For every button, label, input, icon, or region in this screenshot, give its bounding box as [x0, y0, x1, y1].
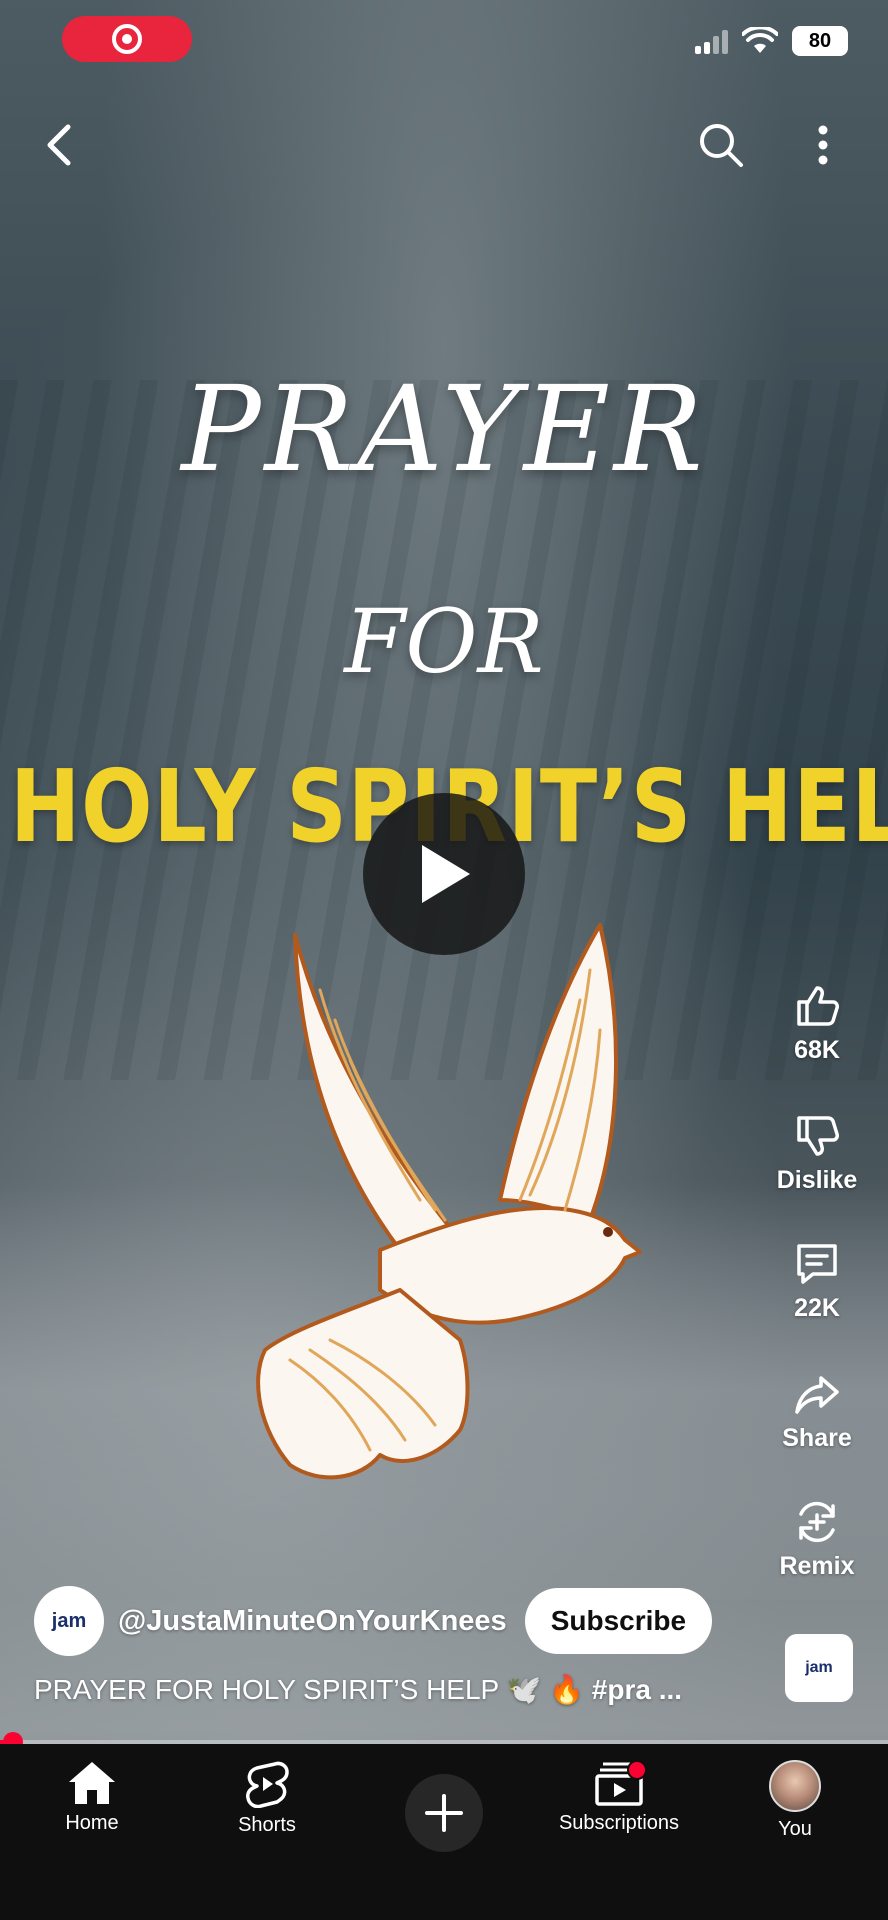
you-avatar: [769, 1760, 821, 1812]
record-icon: [112, 24, 142, 54]
dislike-button[interactable]: Dislike: [762, 1112, 872, 1195]
channel-row: jam @JustaMinuteOnYourKnees Subscribe: [34, 1586, 713, 1656]
search-icon: [700, 124, 743, 167]
shorts-icon: [246, 1761, 289, 1808]
subscribe-button[interactable]: Subscribe: [524, 1588, 713, 1654]
sound-thumbnail-text: jam: [805, 1659, 833, 1676]
remix-button[interactable]: Remix: [762, 1498, 872, 1581]
notification-dot: [627, 1760, 647, 1780]
caption-hashtag[interactable]: #pra ...: [592, 1674, 682, 1705]
channel-avatar-text: jam: [51, 1609, 87, 1632]
comment-icon: [797, 1244, 837, 1284]
thumb-up-icon: [797, 986, 839, 1026]
battery-indicator: 80: [792, 26, 848, 56]
channel-handle[interactable]: @JustaMinuteOnYourKnees: [118, 1605, 507, 1638]
video-title-for: FOR: [344, 590, 544, 693]
play-icon: [422, 845, 470, 903]
back-button[interactable]: [32, 118, 86, 172]
bottom-navigation: Home Shorts Subscriptions You: [0, 1744, 888, 1920]
plus-icon: [425, 1794, 463, 1832]
back-icon: [47, 124, 71, 166]
sound-thumbnail[interactable]: jam: [785, 1634, 853, 1702]
nav-subscriptions-label: Subscriptions: [558, 1812, 680, 1834]
signal-icon: [695, 28, 728, 54]
nav-home[interactable]: Home: [17, 1760, 167, 1835]
dove-illustration: [256, 923, 642, 1480]
video-title-prayer: PRAYER: [181, 360, 707, 498]
home-icon: [69, 1762, 115, 1804]
nav-shorts[interactable]: Shorts: [192, 1760, 342, 1837]
like-count: 68K: [794, 1036, 840, 1064]
share-icon: [795, 1376, 839, 1414]
create-button[interactable]: [405, 1774, 483, 1852]
screen-record-indicator[interactable]: [62, 16, 192, 62]
remix-label: Remix: [779, 1552, 855, 1580]
status-bar: 80: [695, 26, 848, 56]
remix-icon: [799, 1501, 835, 1543]
nav-shorts-label: Shorts: [238, 1814, 296, 1836]
share-button[interactable]: Share: [762, 1370, 872, 1453]
nav-you-label: You: [778, 1818, 812, 1840]
nav-home-label: Home: [65, 1812, 119, 1834]
search-button[interactable]: [694, 118, 748, 172]
comment-count: 22K: [794, 1294, 840, 1322]
comments-button[interactable]: 22K: [762, 1240, 872, 1323]
shorts-player[interactable]: 80 PRAYER FOR HOLY SPIRIT’S HELP: [0, 0, 888, 1920]
more-options-button[interactable]: [796, 118, 850, 172]
caption-text: PRAYER FOR HOLY SPIRIT’S HELP 🕊️ 🔥: [34, 1674, 592, 1705]
share-label: Share: [782, 1424, 852, 1452]
channel-avatar[interactable]: jam: [34, 1586, 104, 1656]
more-vert-icon: [818, 125, 828, 165]
video-caption[interactable]: PRAYER FOR HOLY SPIRIT’S HELP 🕊️ 🔥 #pra …: [34, 1673, 734, 1706]
thumb-down-icon: [797, 1116, 839, 1156]
subscriptions-icon-wrap: [595, 1760, 647, 1806]
play-button[interactable]: [363, 793, 525, 955]
nav-subscriptions[interactable]: Subscriptions: [544, 1760, 694, 1835]
dislike-label: Dislike: [776, 1166, 858, 1194]
nav-you[interactable]: You: [720, 1760, 870, 1841]
like-button[interactable]: 68K: [762, 982, 872, 1065]
wifi-icon: [742, 27, 778, 53]
